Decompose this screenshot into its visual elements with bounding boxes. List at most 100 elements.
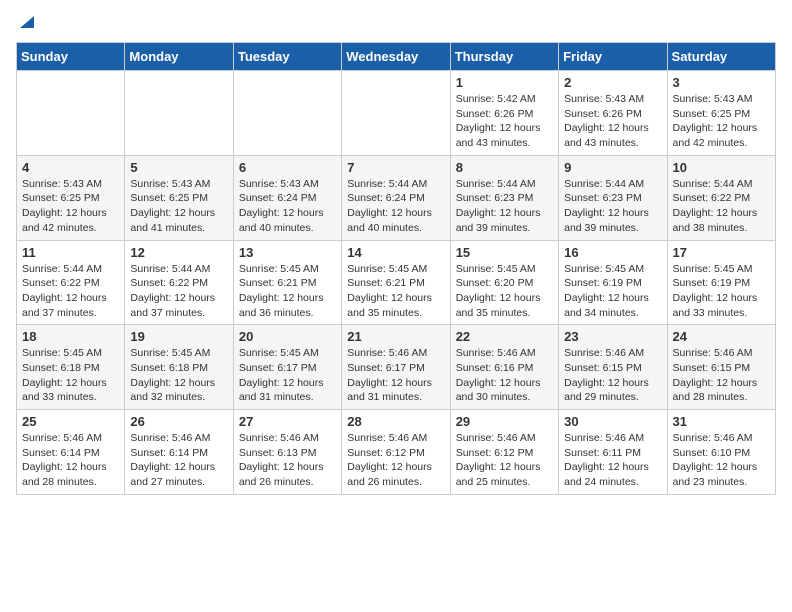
day-info: Sunrise: 5:46 AM Sunset: 6:12 PM Dayligh…	[347, 431, 444, 490]
day-number: 12	[130, 245, 227, 260]
day-number: 4	[22, 160, 119, 175]
weekday-header-row: SundayMondayTuesdayWednesdayThursdayFrid…	[17, 43, 776, 71]
day-info: Sunrise: 5:45 AM Sunset: 6:18 PM Dayligh…	[22, 346, 119, 405]
weekday-header-monday: Monday	[125, 43, 233, 71]
day-info: Sunrise: 5:45 AM Sunset: 6:21 PM Dayligh…	[347, 262, 444, 321]
calendar-table: SundayMondayTuesdayWednesdayThursdayFrid…	[16, 42, 776, 495]
calendar-cell: 15Sunrise: 5:45 AM Sunset: 6:20 PM Dayli…	[450, 240, 558, 325]
day-number: 16	[564, 245, 661, 260]
day-info: Sunrise: 5:46 AM Sunset: 6:12 PM Dayligh…	[456, 431, 553, 490]
calendar-cell: 27 Sunrise: 5:46 AM Sunset: 6:13 PM Dayli…	[233, 410, 341, 495]
calendar-cell: 29 Sunrise: 5:46 AM Sunset: 6:12 PM Dayli…	[450, 410, 558, 495]
calendar-week-row: 1 Sunrise: 5:42 AM Sunset: 6:26 PM Daylig…	[17, 71, 776, 156]
weekday-header-friday: Friday	[559, 43, 667, 71]
logo	[16, 16, 36, 30]
day-info: Sunrise: 5:45 AM Sunset: 6:19 PM Dayligh…	[564, 262, 661, 321]
day-number: 23	[564, 329, 661, 344]
calendar-cell: 7Sunrise: 5:44 AM Sunset: 6:24 PM Daylig…	[342, 155, 450, 240]
calendar-cell	[17, 71, 125, 156]
day-number: 22	[456, 329, 553, 344]
weekday-header-tuesday: Tuesday	[233, 43, 341, 71]
day-info: Sunrise: 5:46 AM Sunset: 6:14 PM Dayligh…	[130, 431, 227, 490]
calendar-cell: 16 Sunrise: 5:45 AM Sunset: 6:19 PM Dayli…	[559, 240, 667, 325]
calendar-cell: 23 Sunrise: 5:46 AM Sunset: 6:15 PM Dayli…	[559, 325, 667, 410]
day-info: Sunrise: 5:44 AM Sunset: 6:24 PM Dayligh…	[347, 177, 444, 236]
day-number: 27	[239, 414, 336, 429]
calendar-cell: 8 Sunrise: 5:44 AM Sunset: 6:23 PM Daylig…	[450, 155, 558, 240]
day-number: 20	[239, 329, 336, 344]
calendar-week-row: 18 Sunrise: 5:45 AM Sunset: 6:18 PM Dayli…	[17, 325, 776, 410]
calendar-cell: 11 Sunrise: 5:44 AM Sunset: 6:22 PM Dayli…	[17, 240, 125, 325]
calendar-cell: 4 Sunrise: 5:43 AM Sunset: 6:25 PM Daylig…	[17, 155, 125, 240]
calendar-cell: 28 Sunrise: 5:46 AM Sunset: 6:12 PM Dayli…	[342, 410, 450, 495]
calendar-cell: 26 Sunrise: 5:46 AM Sunset: 6:14 PM Dayli…	[125, 410, 233, 495]
day-info: Sunrise: 5:46 AM Sunset: 6:15 PM Dayligh…	[673, 346, 770, 405]
day-info: Sunrise: 5:44 AM Sunset: 6:22 PM Dayligh…	[673, 177, 770, 236]
day-number: 26	[130, 414, 227, 429]
day-info: Sunrise: 5:46 AM Sunset: 6:17 PM Dayligh…	[347, 346, 444, 405]
day-number: 14	[347, 245, 444, 260]
calendar-cell	[125, 71, 233, 156]
calendar-week-row: 11 Sunrise: 5:44 AM Sunset: 6:22 PM Dayli…	[17, 240, 776, 325]
day-info: Sunrise: 5:45 AM Sunset: 6:21 PM Dayligh…	[239, 262, 336, 321]
day-number: 1	[456, 75, 553, 90]
day-info: Sunrise: 5:45 AM Sunset: 6:19 PM Dayligh…	[673, 262, 770, 321]
calendar-cell: 5 Sunrise: 5:43 AM Sunset: 6:25 PM Daylig…	[125, 155, 233, 240]
day-number: 6	[239, 160, 336, 175]
logo-icon	[18, 12, 36, 30]
calendar-cell: 14 Sunrise: 5:45 AM Sunset: 6:21 PM Dayli…	[342, 240, 450, 325]
day-info: Sunrise: 5:44 AM Sunset: 6:22 PM Dayligh…	[130, 262, 227, 321]
day-number: 13	[239, 245, 336, 260]
day-info: Sunrise: 5:46 AM Sunset: 6:13 PM Dayligh…	[239, 431, 336, 490]
day-number: 19	[130, 329, 227, 344]
day-info: Sunrise: 5:46 AM Sunset: 6:11 PM Dayligh…	[564, 431, 661, 490]
day-number: 17	[673, 245, 770, 260]
day-number: 2	[564, 75, 661, 90]
day-number: 9	[564, 160, 661, 175]
day-number: 18	[22, 329, 119, 344]
day-info: Sunrise: 5:46 AM Sunset: 6:14 PM Dayligh…	[22, 431, 119, 490]
weekday-header-thursday: Thursday	[450, 43, 558, 71]
day-info: Sunrise: 5:45 AM Sunset: 6:18 PM Dayligh…	[130, 346, 227, 405]
calendar-cell	[233, 71, 341, 156]
calendar-week-row: 25Sunrise: 5:46 AM Sunset: 6:14 PM Dayli…	[17, 410, 776, 495]
day-info: Sunrise: 5:43 AM Sunset: 6:25 PM Dayligh…	[22, 177, 119, 236]
calendar-cell: 30 Sunrise: 5:46 AM Sunset: 6:11 PM Dayli…	[559, 410, 667, 495]
calendar-cell: 25Sunrise: 5:46 AM Sunset: 6:14 PM Dayli…	[17, 410, 125, 495]
calendar-cell	[342, 71, 450, 156]
day-info: Sunrise: 5:42 AM Sunset: 6:26 PM Dayligh…	[456, 92, 553, 151]
day-number: 30	[564, 414, 661, 429]
page-header	[16, 16, 776, 30]
day-number: 28	[347, 414, 444, 429]
calendar-cell: 21Sunrise: 5:46 AM Sunset: 6:17 PM Dayli…	[342, 325, 450, 410]
day-info: Sunrise: 5:46 AM Sunset: 6:16 PM Dayligh…	[456, 346, 553, 405]
day-info: Sunrise: 5:46 AM Sunset: 6:15 PM Dayligh…	[564, 346, 661, 405]
day-number: 10	[673, 160, 770, 175]
day-info: Sunrise: 5:43 AM Sunset: 6:25 PM Dayligh…	[673, 92, 770, 151]
calendar-cell: 9Sunrise: 5:44 AM Sunset: 6:23 PM Daylig…	[559, 155, 667, 240]
calendar-cell: 2 Sunrise: 5:43 AM Sunset: 6:26 PM Daylig…	[559, 71, 667, 156]
day-info: Sunrise: 5:43 AM Sunset: 6:25 PM Dayligh…	[130, 177, 227, 236]
day-number: 24	[673, 329, 770, 344]
day-info: Sunrise: 5:43 AM Sunset: 6:24 PM Dayligh…	[239, 177, 336, 236]
day-number: 11	[22, 245, 119, 260]
calendar-cell: 19 Sunrise: 5:45 AM Sunset: 6:18 PM Dayli…	[125, 325, 233, 410]
calendar-cell: 17 Sunrise: 5:45 AM Sunset: 6:19 PM Dayli…	[667, 240, 775, 325]
day-number: 8	[456, 160, 553, 175]
day-number: 29	[456, 414, 553, 429]
day-info: Sunrise: 5:44 AM Sunset: 6:22 PM Dayligh…	[22, 262, 119, 321]
calendar-cell: 6 Sunrise: 5:43 AM Sunset: 6:24 PM Daylig…	[233, 155, 341, 240]
day-number: 3	[673, 75, 770, 90]
day-info: Sunrise: 5:43 AM Sunset: 6:26 PM Dayligh…	[564, 92, 661, 151]
day-info: Sunrise: 5:44 AM Sunset: 6:23 PM Dayligh…	[456, 177, 553, 236]
weekday-header-sunday: Sunday	[17, 43, 125, 71]
weekday-header-saturday: Saturday	[667, 43, 775, 71]
calendar-cell: 13 Sunrise: 5:45 AM Sunset: 6:21 PM Dayli…	[233, 240, 341, 325]
day-number: 5	[130, 160, 227, 175]
calendar-cell: 31Sunrise: 5:46 AM Sunset: 6:10 PM Dayli…	[667, 410, 775, 495]
day-number: 15	[456, 245, 553, 260]
calendar-cell: 20 Sunrise: 5:45 AM Sunset: 6:17 PM Dayli…	[233, 325, 341, 410]
calendar-cell: 18 Sunrise: 5:45 AM Sunset: 6:18 PM Dayli…	[17, 325, 125, 410]
day-info: Sunrise: 5:45 AM Sunset: 6:17 PM Dayligh…	[239, 346, 336, 405]
day-info: Sunrise: 5:46 AM Sunset: 6:10 PM Dayligh…	[673, 431, 770, 490]
